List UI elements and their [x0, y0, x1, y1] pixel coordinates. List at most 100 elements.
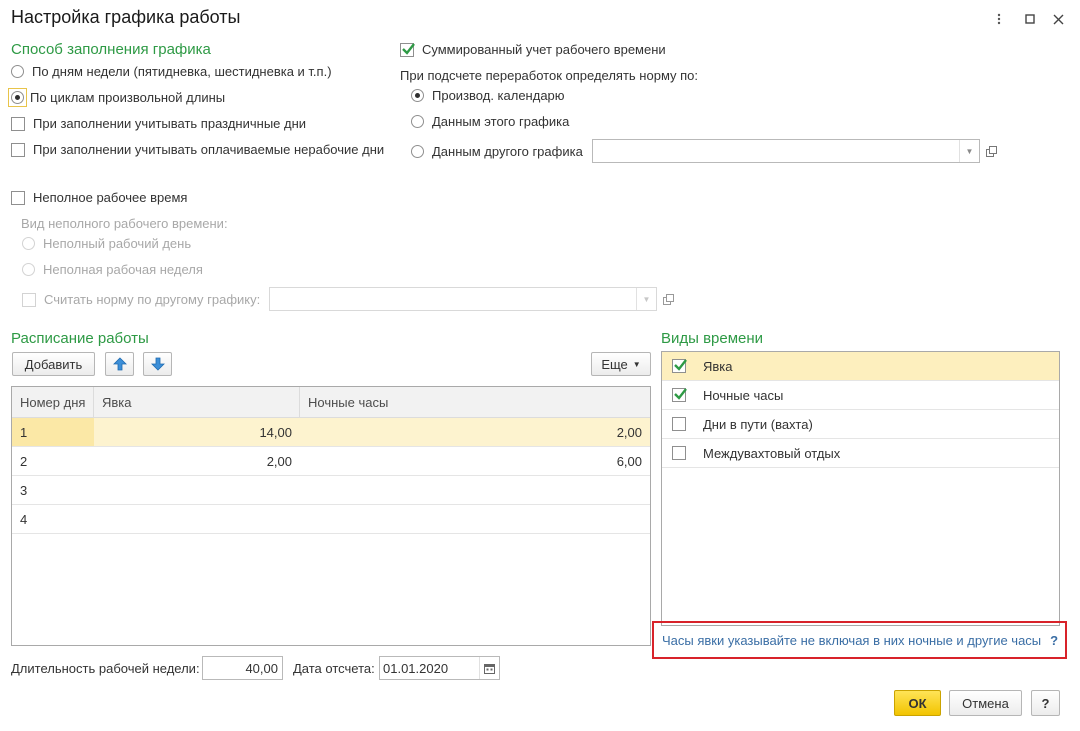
calendar-icon[interactable]: [479, 657, 499, 679]
radio-circle[interactable]: [11, 91, 24, 104]
checkbox-paid-nonworking[interactable]: При заполнении учитывать оплачиваемые не…: [11, 142, 384, 157]
part-time-kind-caption: Вид неполного рабочего времени:: [21, 216, 228, 231]
table-row[interactable]: 2 2,00 6,00: [12, 447, 650, 476]
checkbox-box[interactable]: [11, 116, 25, 131]
list-item-label: Междувахтовый отдых: [703, 445, 841, 461]
radio-circle[interactable]: [411, 89, 424, 102]
cell-day[interactable]: 1: [12, 418, 94, 446]
list-item[interactable]: Дни в пути (вахта): [662, 410, 1059, 439]
chevron-down-icon[interactable]: ▼: [959, 140, 979, 162]
radio-norm-calendar[interactable]: Производ. календарю: [411, 88, 565, 103]
checkbox-box[interactable]: [672, 417, 686, 431]
checkbox-box[interactable]: [672, 359, 687, 373]
checkbox-box[interactable]: [400, 42, 415, 57]
radio-circle[interactable]: [411, 115, 424, 128]
checkbox-other-norm[interactable]: Считать норму по другому графику:: [22, 292, 260, 307]
radio-label: По циклам произвольной длины: [30, 90, 226, 105]
maximize-icon[interactable]: [1019, 8, 1041, 30]
column-header-night[interactable]: Ночные часы: [300, 387, 650, 417]
radio-label: Данным другого графика: [432, 144, 583, 159]
week-length-field[interactable]: 40,00: [202, 656, 283, 680]
cell-night[interactable]: 2,00: [300, 418, 650, 446]
cell-day[interactable]: 2: [12, 447, 94, 475]
close-icon[interactable]: [1047, 8, 1069, 30]
radio-circle[interactable]: [22, 263, 35, 276]
chevron-down-icon: ▼: [632, 359, 641, 369]
list-item-label: Явка: [703, 358, 733, 374]
checkbox-label: При заполнении учитывать праздничные дни: [33, 116, 307, 131]
hint-text: Часы явки указывайте не включая в них но…: [662, 632, 1042, 648]
table-row[interactable]: 3: [12, 476, 650, 505]
start-date-label: Дата отсчета:: [293, 661, 375, 676]
checkbox-label: Неполное рабочее время: [33, 190, 188, 205]
check-icon: [402, 42, 415, 55]
checkbox-holidays[interactable]: При заполнении учитывать праздничные дни: [11, 116, 306, 131]
checkbox-summarized-accounting[interactable]: Суммированный учет рабочего времени: [400, 42, 666, 57]
hint-box: Часы явки указывайте не включая в них но…: [652, 621, 1067, 659]
radio-fill-by-weekdays[interactable]: По дням недели (пятидневка, шестидневка …: [11, 64, 332, 79]
checkbox-box[interactable]: [672, 446, 686, 460]
table-row[interactable]: 1 14,00 2,00: [12, 418, 650, 447]
move-down-button[interactable]: [143, 352, 172, 376]
check-icon: [674, 359, 687, 371]
checkbox-label: Суммированный учет рабочего времени: [422, 42, 666, 57]
checkbox-box[interactable]: [11, 190, 25, 205]
arrow-down-icon: [150, 357, 165, 371]
more-button[interactable]: Еще ▼: [591, 352, 651, 376]
open-icon[interactable]: [982, 140, 1000, 162]
radio-circle[interactable]: [411, 145, 424, 158]
help-button[interactable]: ?: [1031, 690, 1060, 716]
cancel-button[interactable]: Отмена: [949, 690, 1022, 716]
cell-attendance[interactable]: 14,00: [94, 418, 300, 446]
start-date-value[interactable]: 01.01.2020: [380, 661, 479, 676]
other-norm-value[interactable]: [270, 288, 636, 310]
table-row[interactable]: 4: [12, 505, 650, 534]
add-button[interactable]: Добавить: [12, 352, 95, 376]
other-norm-field[interactable]: ▼: [269, 287, 657, 311]
list-item-label: Ночные часы: [703, 387, 784, 403]
schedule-table: Номер дня Явка Ночные часы 1 14,00 2,00 …: [11, 386, 651, 646]
cell-attendance[interactable]: 2,00: [94, 447, 300, 475]
column-header-day[interactable]: Номер дня: [12, 387, 94, 417]
cell-night[interactable]: [300, 476, 650, 504]
hint-help-link[interactable]: ?: [1050, 633, 1058, 648]
list-item[interactable]: Ночные часы: [662, 381, 1059, 410]
radio-part-time-week[interactable]: Неполная рабочая неделя: [22, 262, 203, 277]
checkbox-box[interactable]: [22, 292, 36, 307]
cell-attendance[interactable]: [94, 476, 300, 504]
radio-fill-by-cycles[interactable]: По циклам произвольной длины: [8, 88, 226, 107]
norm-caption: При подсчете переработок определять норм…: [400, 68, 699, 83]
cell-attendance[interactable]: [94, 505, 300, 533]
column-header-attendance[interactable]: Явка: [94, 387, 300, 417]
open-icon[interactable]: [659, 288, 677, 310]
list-item[interactable]: Явка: [662, 352, 1059, 381]
more-button-label: Еще: [601, 356, 628, 372]
list-item[interactable]: Междувахтовый отдых: [662, 439, 1059, 468]
checkbox-box[interactable]: [672, 388, 687, 402]
week-length-label: Длительность рабочей недели:: [11, 661, 200, 676]
ok-button[interactable]: ОК: [894, 690, 941, 716]
checkbox-part-time[interactable]: Неполное рабочее время: [11, 190, 187, 205]
cell-day[interactable]: 4: [12, 505, 94, 533]
radio-norm-other-schedule[interactable]: Данным другого графика: [411, 144, 583, 159]
radio-part-time-day[interactable]: Неполный рабочий день: [22, 236, 191, 251]
radio-norm-this-schedule[interactable]: Данным этого графика: [411, 114, 569, 129]
start-date-field[interactable]: 01.01.2020: [379, 656, 500, 680]
radio-focus-frame: [8, 88, 27, 107]
cell-day[interactable]: 3: [12, 476, 94, 504]
more-vertical-icon[interactable]: [988, 8, 1010, 30]
radio-circle[interactable]: [22, 237, 35, 250]
cell-night[interactable]: [300, 505, 650, 533]
chevron-down-icon[interactable]: ▼: [636, 288, 656, 310]
table-header: Номер дня Явка Ночные часы: [12, 387, 650, 418]
other-schedule-field[interactable]: ▼: [592, 139, 980, 163]
radio-circle[interactable]: [11, 65, 24, 78]
other-schedule-value[interactable]: [593, 140, 959, 162]
cell-night[interactable]: 6,00: [300, 447, 650, 475]
radio-label: Неполный рабочий день: [43, 236, 192, 251]
week-length-value[interactable]: 40,00: [245, 661, 278, 676]
radio-label: Данным этого графика: [432, 114, 570, 129]
move-up-button[interactable]: [105, 352, 134, 376]
time-types-section-title: Виды времени: [661, 330, 764, 347]
checkbox-box[interactable]: [11, 142, 25, 157]
